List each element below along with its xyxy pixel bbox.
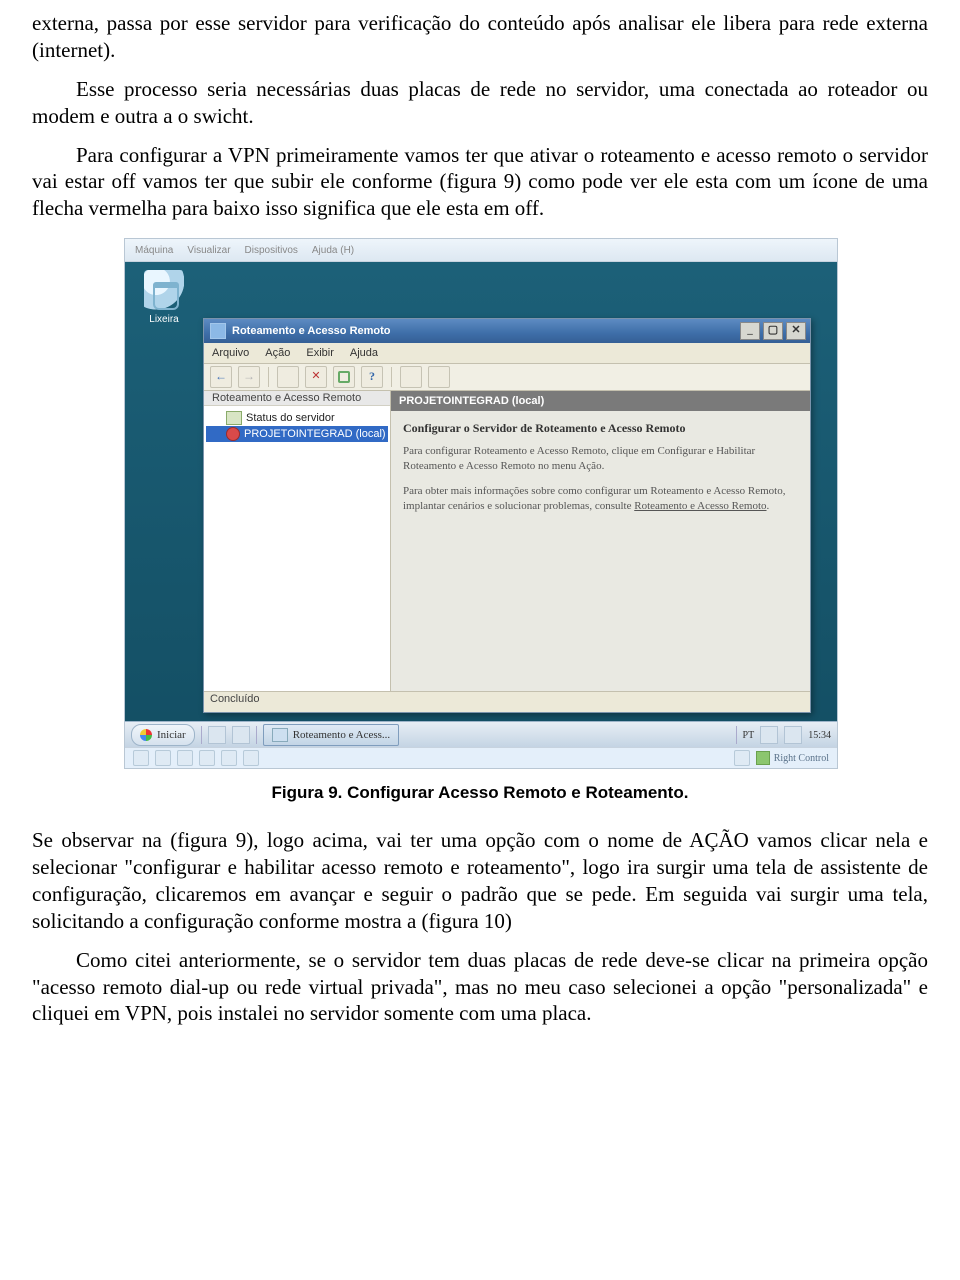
- vm-status-icon[interactable]: [133, 750, 149, 766]
- back-button[interactable]: [210, 366, 232, 388]
- toolbar-button[interactable]: [400, 366, 422, 388]
- vm-menu-help[interactable]: Ajuda (H): [312, 245, 354, 256]
- menu-arquivo[interactable]: Arquivo: [212, 347, 249, 359]
- rras-content-pane: PROJETOINTEGRAD (local) Configurar o Ser…: [391, 391, 810, 691]
- vm-status-icon[interactable]: [734, 750, 750, 766]
- rras-help-link[interactable]: Roteamento e Acesso Remoto: [634, 500, 766, 512]
- content-header: PROJETOINTEGRAD (local): [391, 391, 810, 411]
- quicklaunch-icon[interactable]: [208, 726, 226, 744]
- help-button[interactable]: [361, 366, 383, 388]
- host-key-label: Right Control: [774, 753, 829, 764]
- vm-status-icon[interactable]: [199, 750, 215, 766]
- rras-mmc-window: Roteamento e Acesso Remoto _ ▢ ✕ Arquivo…: [203, 318, 811, 713]
- content-paragraph-1: Para configurar Roteamento e Acesso Remo…: [403, 444, 798, 474]
- tree-root[interactable]: Roteamento e Acesso Remoto: [204, 391, 390, 406]
- content-paragraph-2: Para obter mais informações sobre como c…: [403, 484, 798, 514]
- maximize-button[interactable]: ▢: [763, 322, 783, 340]
- tree-status-icon: [226, 411, 242, 425]
- delete-button[interactable]: [305, 366, 327, 388]
- taskbar-clock[interactable]: 15:34: [808, 730, 831, 741]
- quicklaunch-icon[interactable]: [232, 726, 250, 744]
- tree-node-server[interactable]: PROJETOINTEGRAD (local): [206, 426, 388, 442]
- toolbar-button[interactable]: [428, 366, 450, 388]
- figure-9: Máquina Visualizar Dispositivos Ajuda (H…: [124, 238, 836, 769]
- properties-button[interactable]: [333, 366, 355, 388]
- minimize-button[interactable]: _: [740, 322, 760, 340]
- content-p2-end: .: [767, 500, 770, 512]
- recycle-bin-icon: [144, 270, 184, 310]
- system-tray: PT 15:34: [743, 726, 831, 744]
- language-indicator[interactable]: PT: [743, 730, 755, 741]
- content-body: Configurar o Servidor de Roteamento e Ac…: [391, 411, 810, 691]
- server-down-icon: [226, 427, 240, 441]
- vm-status-icon[interactable]: [221, 750, 237, 766]
- rras-title-bar[interactable]: Roteamento e Acesso Remoto _ ▢ ✕: [204, 319, 810, 343]
- vm-status-icon[interactable]: [243, 750, 259, 766]
- host-key-icon: [756, 751, 770, 765]
- vm-menu-view[interactable]: Visualizar: [187, 245, 230, 256]
- figure-caption: Figura 9. Configurar Acesso Remoto e Rot…: [32, 783, 928, 803]
- paragraph-3: Para configurar a VPN primeiramente vamo…: [32, 142, 928, 223]
- rras-title-icon: [210, 323, 226, 339]
- windows-flag-icon: [140, 729, 152, 741]
- vm-status-icon[interactable]: [155, 750, 171, 766]
- start-label: Iniciar: [157, 729, 186, 741]
- vm-status-icon[interactable]: [177, 750, 193, 766]
- paragraph-1: externa, passa por esse servidor para ve…: [32, 10, 928, 64]
- taskbar-app-icon: [272, 728, 288, 742]
- tree-node-status[interactable]: Status do servidor: [206, 410, 388, 426]
- paragraph-2: Esse processo seria necessárias duas pla…: [32, 76, 928, 130]
- tree-server-label: PROJETOINTEGRAD (local): [244, 428, 386, 440]
- rras-toolbar: [204, 364, 810, 391]
- virtualbox-menubar: Máquina Visualizar Dispositivos Ajuda (H…: [125, 239, 837, 262]
- content-title: Configurar o Servidor de Roteamento e Ac…: [403, 421, 798, 436]
- tree-root-label: Roteamento e Acesso Remoto: [212, 392, 361, 404]
- recycle-bin[interactable]: Lixeira: [135, 270, 193, 325]
- host-key-indicator[interactable]: Right Control: [756, 751, 829, 765]
- toolbar-divider: [268, 367, 269, 387]
- paragraph-5: Como citei anteriormente, se o servidor …: [32, 947, 928, 1028]
- vm-menu-devices[interactable]: Dispositivos: [245, 245, 298, 256]
- tray-icon[interactable]: [784, 726, 802, 744]
- guest-desktop: Lixeira Roteamento e Acesso Remoto _ ▢ ✕…: [125, 262, 837, 768]
- taskbar-divider: [736, 726, 737, 744]
- taskbar-divider: [201, 726, 202, 744]
- toolbar-button[interactable]: [277, 366, 299, 388]
- tree-status-label: Status do servidor: [246, 412, 335, 424]
- start-button[interactable]: Iniciar: [131, 724, 195, 746]
- forward-button: [238, 366, 260, 388]
- virtualbox-window: Máquina Visualizar Dispositivos Ajuda (H…: [124, 238, 838, 769]
- taskbar-app-label: Roteamento e Acess...: [293, 729, 390, 741]
- windows-taskbar: Iniciar Roteamento e Acess... PT: [125, 721, 837, 748]
- recycle-bin-label: Lixeira: [135, 314, 193, 325]
- rras-statusbar: Concluído: [204, 691, 810, 712]
- menu-acao[interactable]: Ação: [265, 347, 290, 359]
- menu-exibir[interactable]: Exibir: [306, 347, 334, 359]
- paragraph-4: Se observar na (figura 9), logo acima, v…: [32, 827, 928, 935]
- toolbar-divider: [391, 367, 392, 387]
- rras-tree-pane: Roteamento e Acesso Remoto Status do ser…: [204, 391, 391, 691]
- rras-title-text: Roteamento e Acesso Remoto: [232, 325, 391, 337]
- taskbar-divider: [256, 726, 257, 744]
- close-button[interactable]: ✕: [786, 322, 806, 340]
- taskbar-app-button[interactable]: Roteamento e Acess...: [263, 724, 399, 746]
- tray-icon[interactable]: [760, 726, 778, 744]
- menu-ajuda[interactable]: Ajuda: [350, 347, 378, 359]
- virtualbox-statusbar: Right Control: [125, 747, 837, 768]
- vm-menu-machine[interactable]: Máquina: [135, 245, 173, 256]
- rras-menubar: Arquivo Ação Exibir Ajuda: [204, 343, 810, 364]
